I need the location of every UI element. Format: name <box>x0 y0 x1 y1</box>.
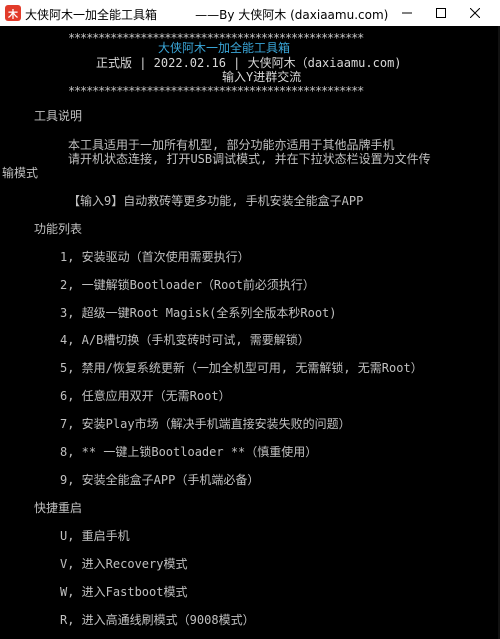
reboot-item-w: W, 进入Fastboot模式 <box>60 585 188 599</box>
window-title: 大侠阿木一加全能工具箱 ——By 大侠阿木 (daxiaamu.com) <box>25 8 389 22</box>
banner-stars-bottom: ****************************************… <box>68 84 364 98</box>
reboot-item-r: R, 进入高通线刷模式（9008模式） <box>60 613 255 627</box>
app-icon: 木 <box>5 5 21 21</box>
reboot-heading: 快捷重启 <box>34 501 83 515</box>
intro-line-3: 输模式 <box>2 166 39 180</box>
banner-title: 大侠阿木一加全能工具箱 <box>158 41 291 55</box>
maximize-icon[interactable] <box>424 0 457 26</box>
intro-heading: 工具说明 <box>34 109 83 123</box>
title-bar[interactable]: 木 大侠阿木一加全能工具箱 ——By 大侠阿木 (daxiaamu.com) <box>0 0 500 26</box>
function-item-1: 1, 安装驱动（首次使用需要执行） <box>60 250 250 264</box>
intro-line-2: 请开机状态连接, 打开USB调试模式, 并在下拉状态栏设置为文件传 <box>68 152 431 166</box>
console-output: ****************************************… <box>0 26 500 639</box>
minimize-icon[interactable] <box>390 0 423 26</box>
function-item-8: 8, ** 一键上锁Bootloader **（慎重使用） <box>60 445 318 459</box>
function-item-5: 5, 禁用/恢复系统更新（一加全机型可用, 无需解锁, 无需Root） <box>60 361 423 375</box>
function-item-3: 3, 超级一键Root Magisk(全系列全版本秒Root) <box>60 306 337 320</box>
function-item-9: 9, 安装全能盒子APP（手机端必备） <box>60 473 260 487</box>
functions-heading: 功能列表 <box>34 222 83 236</box>
function-item-2: 2, 一键解锁Bootloader（Root前必须执行） <box>60 278 315 292</box>
intro-tip: 【输入9】自动救砖等更多功能, 手机安装全能盒子APP <box>68 194 364 208</box>
function-item-7: 7, 安装Play市场（解决手机端直接安装失败的问题） <box>60 417 351 431</box>
console-window: 木 大侠阿木一加全能工具箱 ——By 大侠阿木 (daxiaamu.com) *… <box>0 0 500 639</box>
reboot-item-u: U, 重启手机 <box>60 529 130 543</box>
reboot-item-v: V, 进入Recovery模式 <box>60 557 188 571</box>
function-item-6: 6, 任意应用双开（无需Root） <box>60 389 231 403</box>
function-item-4: 4, A/B槽切换（手机变砖时可试, 需要解锁） <box>60 333 310 347</box>
close-icon[interactable] <box>458 0 491 26</box>
